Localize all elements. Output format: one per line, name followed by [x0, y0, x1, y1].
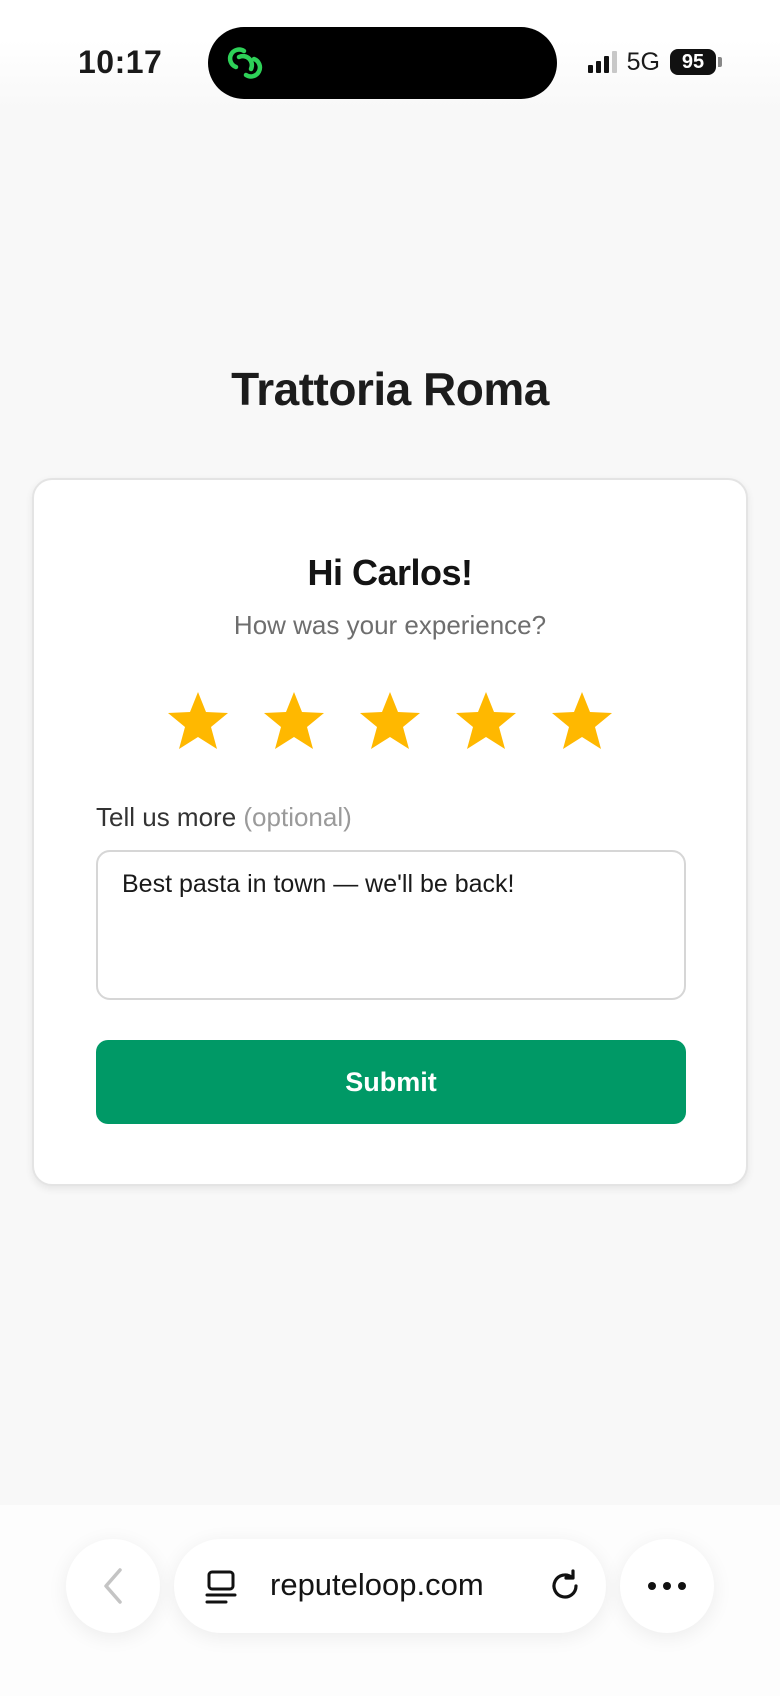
- star-rating: [34, 690, 746, 752]
- link-icon: [227, 47, 263, 79]
- tell-us-more-text: Tell us more: [96, 802, 237, 832]
- signal-icon: [587, 51, 617, 73]
- reload-icon[interactable]: [546, 1567, 584, 1605]
- status-indicators: 5G 95: [587, 47, 722, 77]
- star-2-icon[interactable]: [262, 690, 326, 752]
- tell-us-more-label: Tell us more (optional): [96, 802, 352, 833]
- status-bar: 10:17 5G 95: [0, 0, 780, 110]
- experience-question: How was your experience?: [233, 610, 547, 640]
- dynamic-island: [208, 27, 557, 99]
- more-icon: [648, 1582, 686, 1590]
- star-1-icon[interactable]: [166, 690, 230, 752]
- submit-button[interactable]: Submit: [96, 1040, 686, 1124]
- star-4-icon[interactable]: [454, 690, 518, 752]
- browser-toolbar: reputeloop.com: [0, 1505, 780, 1696]
- status-time: 10:17: [78, 44, 163, 80]
- feedback-card: Hi Carlos! How was your experience? Tell…: [32, 478, 748, 1186]
- network-label: 5G: [626, 47, 660, 76]
- back-icon: [104, 1568, 122, 1604]
- back-button[interactable]: [66, 1539, 160, 1633]
- restaurant-name: Trattoria Roma: [231, 363, 549, 415]
- address-bar[interactable]: reputeloop.com: [174, 1539, 606, 1633]
- battery-level: 95: [670, 49, 716, 75]
- feedback-textarea[interactable]: Best pasta in town — we'll be back!: [96, 850, 686, 1000]
- star-5-icon[interactable]: [550, 690, 614, 752]
- star-3-icon[interactable]: [358, 690, 422, 752]
- more-button[interactable]: [620, 1539, 714, 1633]
- battery-icon: 95: [670, 49, 722, 75]
- tabs-icon[interactable]: [204, 1569, 238, 1605]
- greeting-heading: Hi Carlos!: [307, 552, 473, 593]
- url-text[interactable]: reputeloop.com: [270, 1567, 484, 1603]
- optional-hint: (optional): [243, 802, 352, 832]
